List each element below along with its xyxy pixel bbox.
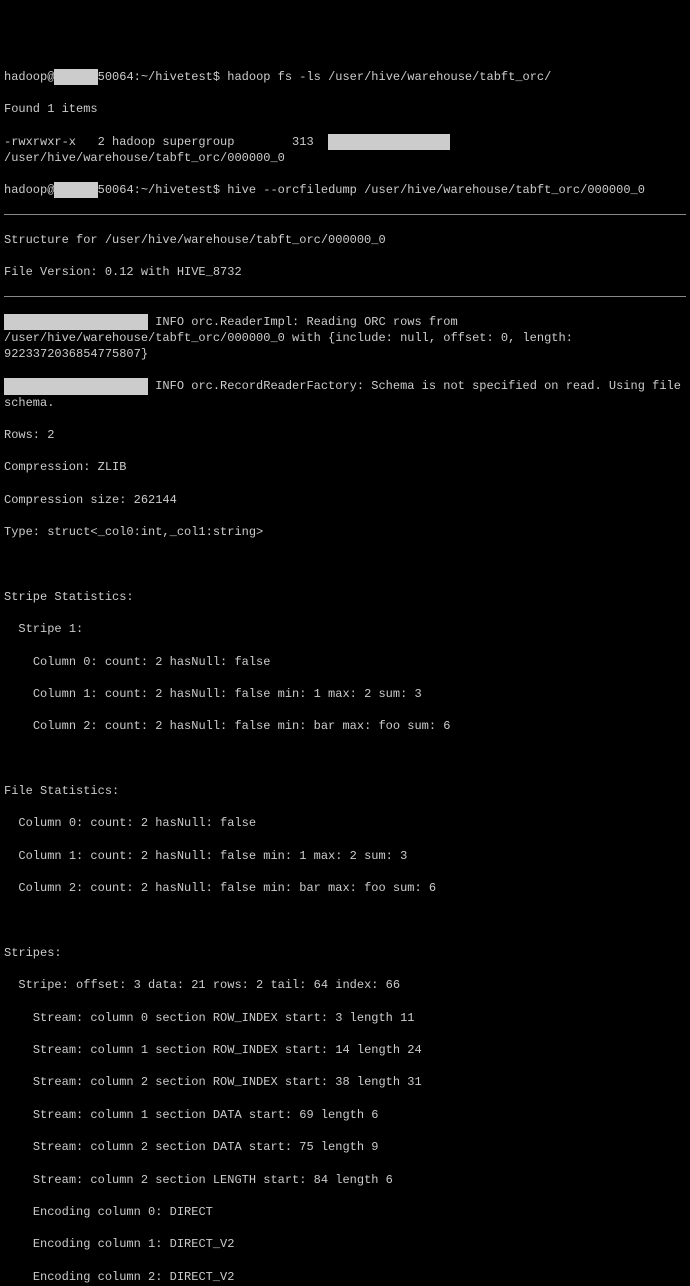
terminal-output: Stream: column 2 section ROW_INDEX start…	[4, 1074, 686, 1090]
terminal-output: Stripe: offset: 3 data: 21 rows: 2 tail:…	[4, 977, 686, 993]
terminal-output: Column 2: count: 2 hasNull: false min: b…	[4, 880, 686, 896]
terminal-output: Compression size: 262144	[4, 492, 686, 508]
terminal-output: Stream: column 1 section ROW_INDEX start…	[4, 1042, 686, 1058]
command-text: hive --orcfiledump /user/hive/warehouse/…	[227, 183, 645, 197]
terminal-output: Column 0: count: 2 hasNull: false	[4, 815, 686, 831]
divider	[4, 214, 686, 215]
terminal-line[interactable]: hadoop@ 50064:~/hivetest$ hive --orcfile…	[4, 182, 686, 198]
section-header: File Statistics:	[4, 783, 686, 799]
redacted-host	[54, 69, 97, 85]
terminal-output: File Version: 0.12 with HIVE_8732	[4, 264, 686, 280]
file-perms: -rwxrwxr-x 2 hadoop supergroup 313	[4, 135, 328, 149]
terminal-output: Found 1 items	[4, 101, 686, 117]
prompt-path: 50064:~/hivetest$	[98, 70, 228, 84]
terminal-output: Column 0: count: 2 hasNull: false	[4, 654, 686, 670]
command-text: hadoop fs -ls /user/hive/warehouse/tabft…	[227, 70, 551, 84]
prompt-user: hadoop@	[4, 183, 54, 197]
blank-line	[4, 751, 686, 767]
section-header: Stripes:	[4, 945, 686, 961]
terminal-output: INFO orc.ReaderImpl: Reading ORC rows fr…	[4, 314, 686, 363]
terminal-output: Compression: ZLIB	[4, 459, 686, 475]
terminal-output: Stream: column 0 section ROW_INDEX start…	[4, 1010, 686, 1026]
terminal-output: Encoding column 0: DIRECT	[4, 1204, 686, 1220]
redacted-timestamp	[4, 378, 148, 394]
terminal-output: Stripe 1:	[4, 621, 686, 637]
redacted-timestamp	[4, 314, 148, 330]
terminal-output: Encoding column 2: DIRECT_V2	[4, 1269, 686, 1285]
redacted-date	[328, 134, 450, 150]
terminal-output: Stream: column 2 section DATA start: 75 …	[4, 1139, 686, 1155]
terminal-output: INFO orc.RecordReaderFactory: Schema is …	[4, 378, 686, 410]
terminal-output: Stream: column 1 section DATA start: 69 …	[4, 1107, 686, 1123]
terminal-output: Column 2: count: 2 hasNull: false min: b…	[4, 718, 686, 734]
terminal-output: Stream: column 2 section LENGTH start: 8…	[4, 1172, 686, 1188]
terminal-output: Column 1: count: 2 hasNull: false min: 1…	[4, 686, 686, 702]
terminal-output: Column 1: count: 2 hasNull: false min: 1…	[4, 848, 686, 864]
blank-line	[4, 913, 686, 929]
terminal-output: Rows: 2	[4, 427, 686, 443]
prompt-user: hadoop@	[4, 70, 54, 84]
terminal-output: Encoding column 1: DIRECT_V2	[4, 1236, 686, 1252]
divider	[4, 296, 686, 297]
redacted-host	[54, 182, 97, 198]
section-header: Stripe Statistics:	[4, 589, 686, 605]
terminal-output: -rwxrwxr-x 2 hadoop supergroup 313 /user…	[4, 134, 686, 166]
blank-line	[4, 556, 686, 572]
terminal-output: Type: struct<_col0:int,_col1:string>	[4, 524, 686, 540]
terminal-output: Structure for /user/hive/warehouse/tabft…	[4, 232, 686, 248]
prompt-path: 50064:~/hivetest$	[98, 183, 228, 197]
terminal-line[interactable]: hadoop@ 50064:~/hivetest$ hadoop fs -ls …	[4, 69, 686, 85]
